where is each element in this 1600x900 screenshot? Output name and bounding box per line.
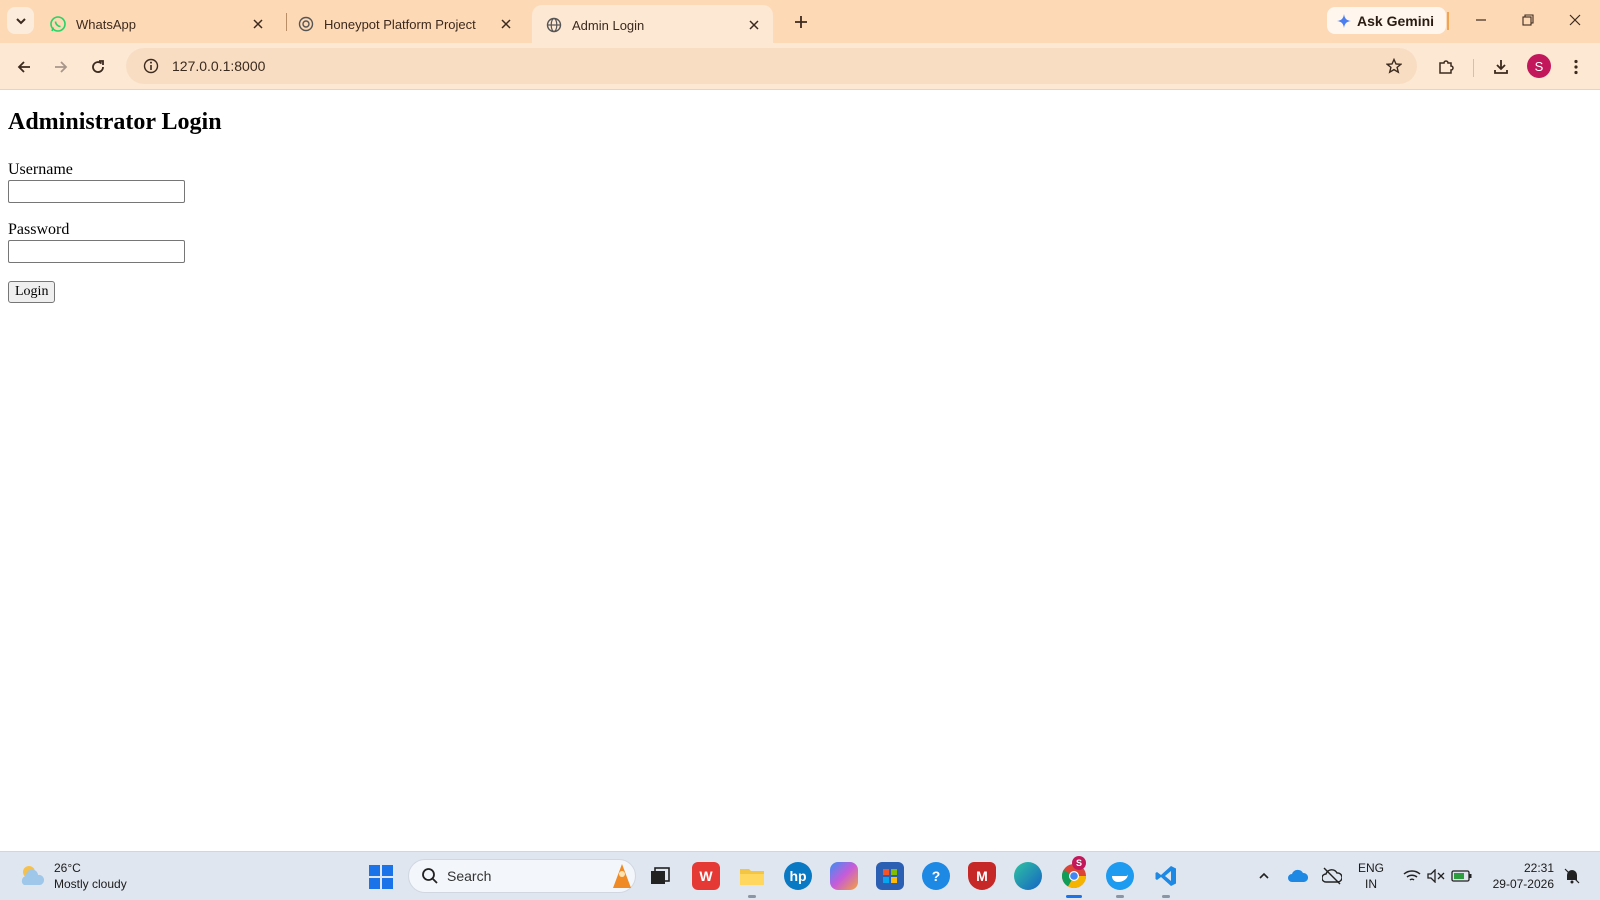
- page-title: Administrator Login: [8, 109, 222, 135]
- tab-admin-login[interactable]: Admin Login: [532, 5, 773, 45]
- bookmark-star-icon[interactable]: [1377, 58, 1411, 74]
- arrow-right-icon: [55, 61, 68, 73]
- partly-cloudy-icon: [21, 866, 45, 885]
- extensions-button[interactable]: [1433, 54, 1459, 80]
- login-button[interactable]: Login: [8, 281, 56, 303]
- chevron-down-icon: [15, 17, 26, 24]
- menu-button[interactable]: [1563, 54, 1589, 80]
- input-language[interactable]: ENG IN: [1358, 860, 1384, 892]
- docker-icon[interactable]: [1106, 862, 1134, 890]
- weather-temperature: 26°C: [54, 861, 81, 875]
- page-content: Administrator Login Username Password Lo…: [0, 91, 1600, 851]
- address-bar[interactable]: 127.0.0.1:8000: [126, 48, 1417, 84]
- windows-logo-icon: [369, 865, 393, 889]
- chrome-profile-badge: S: [1072, 856, 1086, 870]
- reload-icon: [92, 60, 104, 73]
- close-icon[interactable]: [249, 15, 267, 33]
- openai-icon: [298, 16, 314, 32]
- tab-label: WhatsApp: [76, 16, 136, 32]
- close-icon[interactable]: [497, 15, 515, 33]
- downloads-button[interactable]: [1488, 54, 1514, 80]
- back-button[interactable]: [11, 54, 37, 80]
- url-text[interactable]: 127.0.0.1:8000: [168, 58, 1377, 74]
- search-placeholder: Search: [447, 868, 492, 884]
- globe-icon: [546, 17, 562, 33]
- puzzle-icon: [1439, 60, 1454, 74]
- gemini-divider: [1447, 12, 1449, 30]
- tab-strip: WhatsApp Honeypot Platform Project Admin…: [0, 0, 1600, 45]
- browser-toolbar: 127.0.0.1:8000 S: [0, 43, 1600, 90]
- mcafee-icon[interactable]: M: [968, 862, 996, 890]
- username-label: Username: [8, 161, 73, 178]
- ask-gemini-button[interactable]: Ask Gemini: [1327, 7, 1447, 34]
- sync-off-icon[interactable]: [1320, 864, 1344, 888]
- edge-icon[interactable]: [1014, 862, 1042, 890]
- username-input[interactable]: [8, 180, 185, 203]
- wifi-icon[interactable]: [1400, 864, 1424, 888]
- show-hidden-icons-button[interactable]: [1252, 864, 1276, 888]
- vscode-icon[interactable]: [1152, 862, 1180, 890]
- battery-charging-icon[interactable]: [1450, 864, 1474, 888]
- copilot-icon[interactable]: [830, 862, 858, 890]
- windows-taskbar: 26°C Mostly cloudy Search W hp ? M S ENG…: [0, 851, 1600, 900]
- toolbar-divider: [1473, 59, 1474, 77]
- close-icon: [1569, 14, 1581, 26]
- password-label: Password: [8, 221, 70, 238]
- site-info-icon[interactable]: [134, 58, 168, 74]
- gemini-sparkle-icon: [1337, 13, 1351, 28]
- weather-widget[interactable]: 26°C Mostly cloudy: [18, 860, 127, 892]
- arrow-left-icon: [17, 61, 30, 73]
- running-indicator: [1116, 895, 1124, 898]
- minimize-button[interactable]: [1467, 8, 1495, 32]
- clock[interactable]: 22:31 29-07-2026: [1484, 860, 1554, 892]
- taskbar-search[interactable]: Search: [408, 859, 636, 893]
- weather-description: Mostly cloudy: [54, 877, 127, 891]
- wps-office-icon[interactable]: W: [692, 862, 720, 890]
- ask-gemini-label: Ask Gemini: [1357, 12, 1435, 29]
- notification-bell-icon[interactable]: [1560, 864, 1584, 888]
- tab-label: Admin Login: [572, 17, 645, 33]
- running-indicator: [1162, 895, 1170, 898]
- search-icon: [422, 868, 438, 884]
- region-code: IN: [1365, 877, 1377, 891]
- new-tab-button[interactable]: [789, 10, 813, 34]
- file-explorer-icon[interactable]: [738, 862, 766, 890]
- restore-icon: [1522, 14, 1534, 26]
- tab-label: Honeypot Platform Project: [324, 16, 476, 32]
- hp-icon[interactable]: hp: [784, 862, 812, 890]
- minimize-icon: [1476, 19, 1486, 21]
- forward-button[interactable]: [48, 54, 74, 80]
- date: 29-07-2026: [1492, 877, 1554, 891]
- whatsapp-icon: [50, 16, 66, 32]
- password-input[interactable]: [8, 240, 185, 263]
- download-icon: [1494, 60, 1508, 74]
- microsoft-store-icon[interactable]: [876, 862, 904, 890]
- tab-honeypot[interactable]: Honeypot Platform Project: [284, 5, 525, 43]
- search-highlight-icon: [613, 864, 631, 888]
- profile-avatar[interactable]: S: [1527, 54, 1551, 78]
- start-button[interactable]: [368, 864, 394, 890]
- onedrive-icon[interactable]: [1286, 864, 1310, 888]
- running-indicator: [748, 895, 756, 898]
- chevron-up-icon: [1259, 872, 1269, 879]
- volume-muted-icon[interactable]: [1424, 864, 1448, 888]
- close-window-button[interactable]: [1561, 8, 1589, 32]
- tab-search-button[interactable]: [7, 7, 34, 34]
- time: 22:31: [1523, 861, 1554, 875]
- reload-button[interactable]: [85, 54, 111, 80]
- active-indicator: [1066, 895, 1082, 898]
- help-icon[interactable]: ?: [922, 862, 950, 890]
- plus-icon: [795, 16, 807, 28]
- task-view-icon[interactable]: [646, 862, 674, 890]
- language-code: ENG: [1358, 861, 1385, 875]
- restore-button[interactable]: [1514, 8, 1542, 32]
- more-vertical-icon: [1574, 59, 1578, 75]
- close-icon[interactable]: [745, 16, 763, 34]
- tab-whatsapp[interactable]: WhatsApp: [36, 5, 277, 43]
